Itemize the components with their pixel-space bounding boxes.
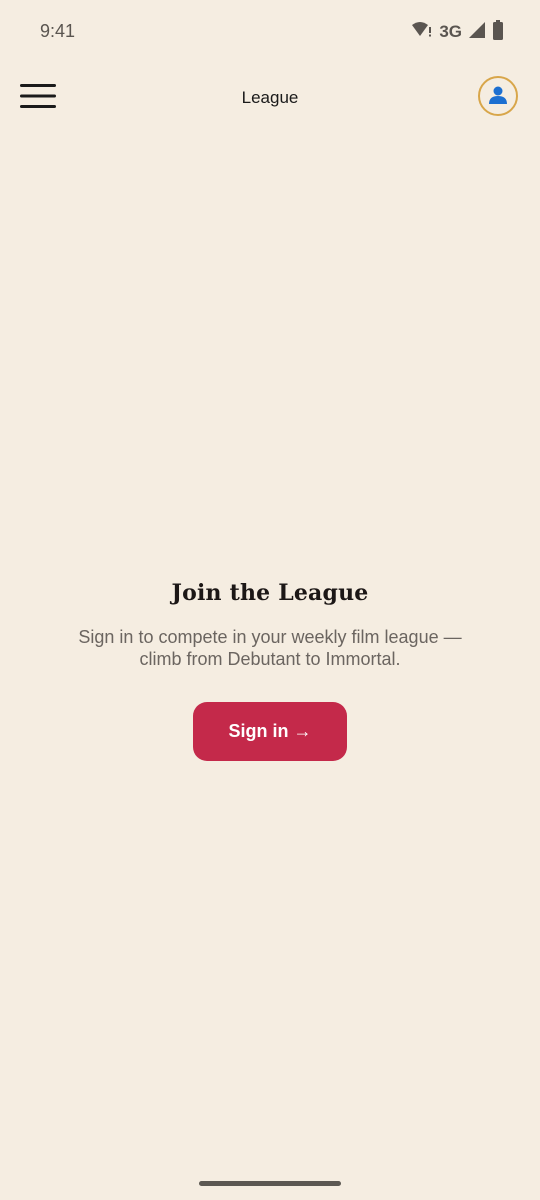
status-time: 9:41 (40, 21, 76, 41)
page-title: League (241, 88, 299, 107)
network-type-label: 3G (439, 22, 462, 41)
signal-icon (468, 21, 486, 44)
join-section: Join the League Sign in to compete in yo… (0, 580, 540, 761)
battery-icon (492, 19, 504, 45)
person-icon (488, 85, 508, 108)
join-subtitle: Sign in to compete in your weekly film l… (78, 627, 462, 669)
profile-button[interactable] (478, 76, 518, 116)
app-bar: League (0, 64, 540, 132)
join-title: Join the League (171, 580, 369, 606)
status-bar: 9:41 3G (0, 0, 540, 64)
home-indicator[interactable] (199, 1181, 341, 1186)
wifi-alert-icon (411, 21, 433, 44)
status-icons: 3G (411, 19, 504, 45)
sign-in-button[interactable]: Sign in → (193, 702, 347, 761)
